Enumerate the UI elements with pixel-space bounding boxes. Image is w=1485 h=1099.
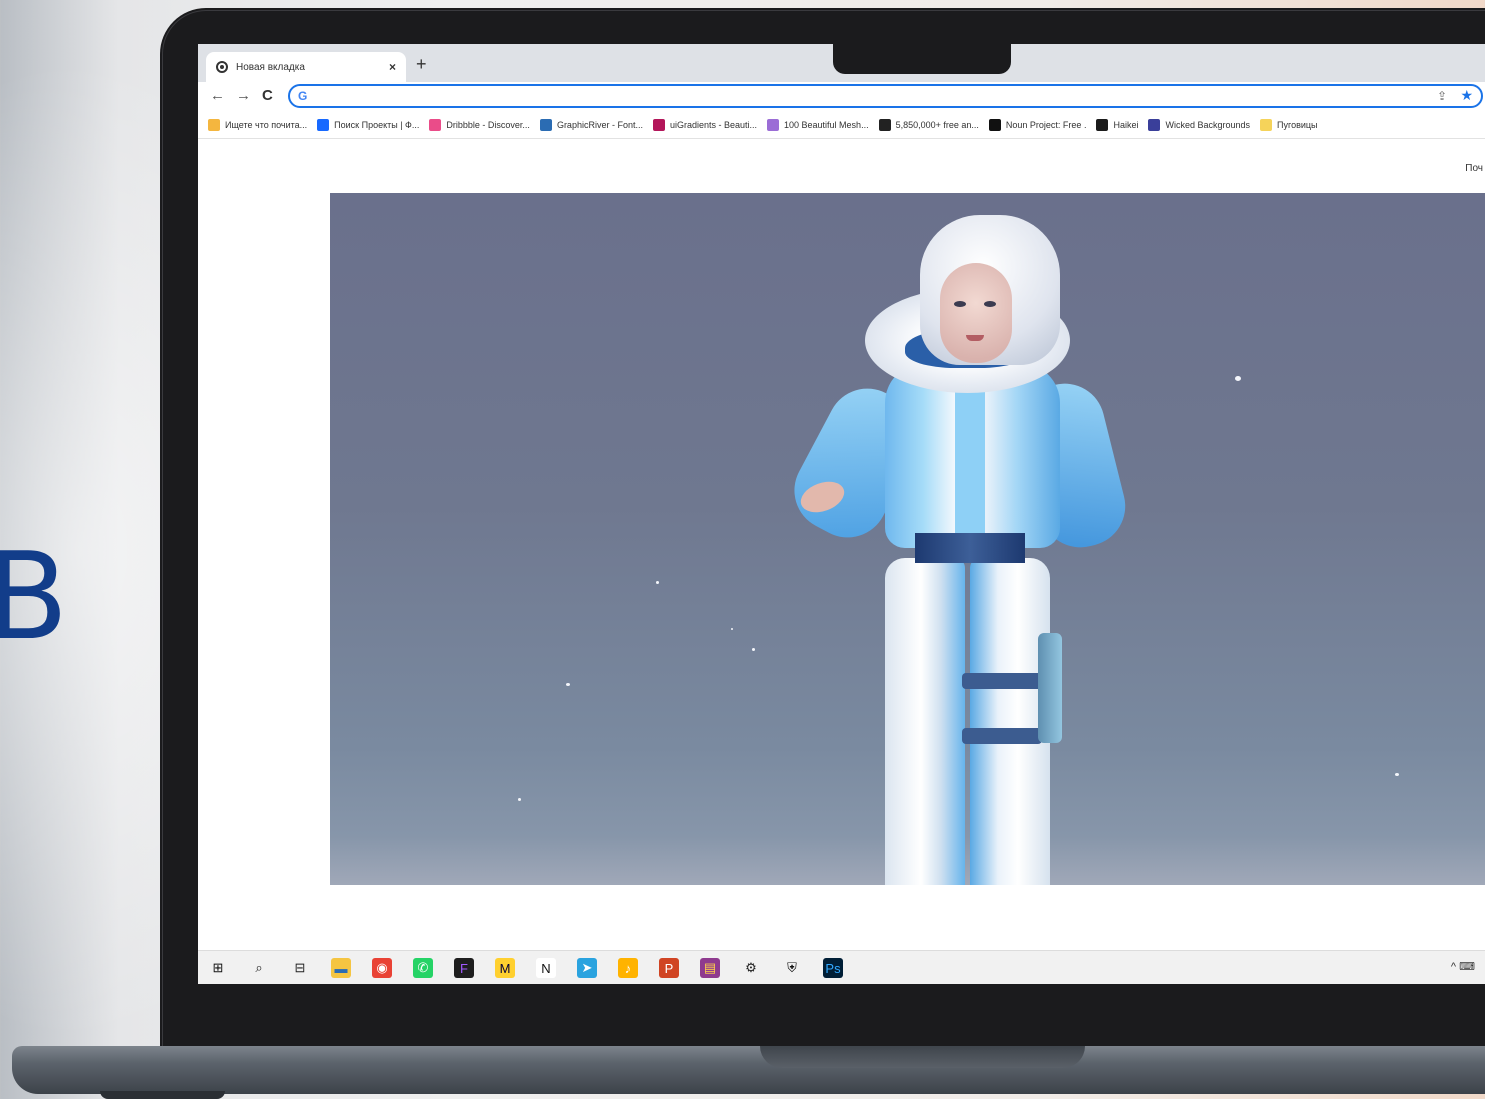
side-heading-letter: В	[0, 528, 69, 667]
system-tray[interactable]: ^ ⌨	[1451, 960, 1475, 973]
bookmark-label: Haikei	[1113, 120, 1139, 130]
shield-icon[interactable]: ⛨	[782, 958, 802, 978]
bookmark-favicon-icon	[767, 119, 780, 131]
character-eye	[984, 301, 996, 307]
laptop-foot	[100, 1091, 225, 1099]
character-belt	[915, 533, 1025, 563]
windows-start-icon[interactable]: ⊞	[208, 958, 228, 978]
character-face	[940, 263, 1012, 363]
search-icon[interactable]: ⌕	[249, 958, 269, 978]
bookmark-favicon-icon	[878, 119, 891, 131]
bookmark-favicon-icon	[1096, 119, 1109, 131]
character-left-leg	[885, 558, 965, 885]
settings-gear-icon[interactable]: ⚙	[741, 958, 761, 978]
bookmarks-bar: Ищете что почита... Поиск Проекты | Ф...…	[198, 112, 1485, 139]
bookmark-favicon-icon	[1148, 119, 1161, 131]
snowflake	[518, 798, 521, 801]
header-link[interactable]: Поч	[1465, 163, 1483, 174]
bookmark-label: Ищете что почита...	[225, 120, 308, 130]
forward-arrow-icon[interactable]: →	[236, 88, 251, 103]
chrome-icon[interactable]: ◉	[372, 958, 392, 978]
task-view-icon[interactable]: ⊟	[290, 958, 310, 978]
whatsapp-icon[interactable]: ✆	[413, 958, 433, 978]
bookmark-item[interactable]: 100 Beautiful Mesh...	[767, 119, 869, 131]
chrome-favicon-icon	[216, 61, 228, 73]
bookmark-item[interactable]: Haikei	[1096, 119, 1138, 131]
bookmark-item[interactable]: 5,850,000+ free an...	[878, 119, 979, 131]
snowflake	[1235, 376, 1241, 381]
web-page: Поч	[198, 139, 1485, 950]
laptop-hinge-notch	[760, 1046, 1085, 1068]
powerpoint-icon[interactable]: P	[659, 958, 679, 978]
photoshop-icon[interactable]: Ps	[823, 958, 843, 978]
snowflake	[1395, 773, 1399, 776]
figma-icon[interactable]: F	[454, 958, 474, 978]
bookmark-item[interactable]: Dribbble - Discover...	[429, 119, 530, 131]
bookmark-item[interactable]: Wicked Backgrounds	[1148, 119, 1250, 131]
bookmark-label: GraphicRiver - Font...	[556, 120, 643, 130]
telegram-icon[interactable]: ➤	[577, 958, 597, 978]
snowflake	[566, 683, 570, 686]
tab-title: Новая вкладка	[236, 61, 305, 73]
bookmark-item[interactable]: Поиск Проекты | Ф...	[317, 119, 419, 131]
bookmark-item[interactable]: uiGradients - Beauti...	[652, 119, 758, 131]
snowflake	[656, 581, 659, 584]
google-icon: G	[298, 89, 308, 103]
laptop-base	[12, 1046, 1485, 1094]
snowflake	[752, 648, 755, 651]
bookmark-favicon-icon	[652, 119, 665, 131]
share-icon[interactable]: ⇪	[1437, 89, 1447, 103]
bookmark-label: Wicked Backgrounds	[1165, 120, 1251, 130]
bookmark-label: Поиск Проекты | Ф...	[334, 120, 420, 130]
camera-notch	[833, 44, 1011, 74]
back-arrow-icon[interactable]: ←	[210, 88, 225, 103]
snowflake	[731, 628, 733, 630]
windows-taskbar: ⊞ ⌕ ⊟ ▬ ◉ ✆ F M N ➤ ♪ P ▤ ⚙ ⛨ Ps ^ ⌨	[198, 950, 1485, 984]
bookmark-favicon-icon	[208, 119, 220, 131]
bookmark-favicon-icon	[988, 119, 1001, 131]
bookmark-item[interactable]: Noun Project: Free .	[988, 119, 1087, 131]
miro-icon[interactable]: M	[495, 958, 515, 978]
tab-close-icon[interactable]: ×	[389, 60, 396, 74]
browser-tab[interactable]: Новая вкладка ×	[206, 52, 406, 82]
bookmark-favicon-icon	[539, 119, 552, 131]
bookmark-item[interactable]: Ищете что почита...	[208, 119, 307, 131]
bookmark-item[interactable]: Пуговицы	[1260, 119, 1318, 131]
bookmark-favicon-icon	[429, 119, 442, 131]
bookmark-label: Dribbble - Discover...	[446, 120, 530, 130]
bookmark-star-icon[interactable]: ★	[1460, 87, 1473, 104]
reload-icon[interactable]: C	[262, 88, 273, 103]
browser-toolbar: ← → C G ⇪ ★	[198, 82, 1485, 112]
bookmark-label: 100 Beautiful Mesh...	[784, 120, 869, 130]
bookmark-label: uiGradients - Beauti...	[669, 120, 758, 130]
character-leg-strap	[962, 673, 1042, 689]
character-holster	[1038, 633, 1062, 743]
character-mouth	[966, 335, 984, 341]
bookmark-label: Noun Project: Free .	[1005, 120, 1087, 130]
address-bar[interactable]: G ⇪ ★	[288, 84, 1483, 108]
animated-character-video[interactable]	[330, 193, 1485, 885]
bookmark-label: 5,850,000+ free an...	[895, 120, 979, 130]
bookmark-label: Пуговицы	[1277, 120, 1318, 130]
file-explorer-icon[interactable]: ▬	[331, 958, 351, 978]
music-icon[interactable]: ♪	[618, 958, 638, 978]
laptop-screen: Новая вкладка × + ← → C G ⇪ ★ Ищете что …	[198, 44, 1485, 984]
new-tab-button[interactable]: +	[416, 55, 427, 73]
bookmark-favicon-icon	[317, 119, 330, 131]
character-eye	[954, 301, 966, 307]
winrar-icon[interactable]: ▤	[700, 958, 720, 978]
notion-icon[interactable]: N	[536, 958, 556, 978]
character-leg-strap	[962, 728, 1042, 744]
bookmark-favicon-icon	[1260, 119, 1273, 131]
bookmark-item[interactable]: GraphicRiver - Font...	[539, 119, 643, 131]
